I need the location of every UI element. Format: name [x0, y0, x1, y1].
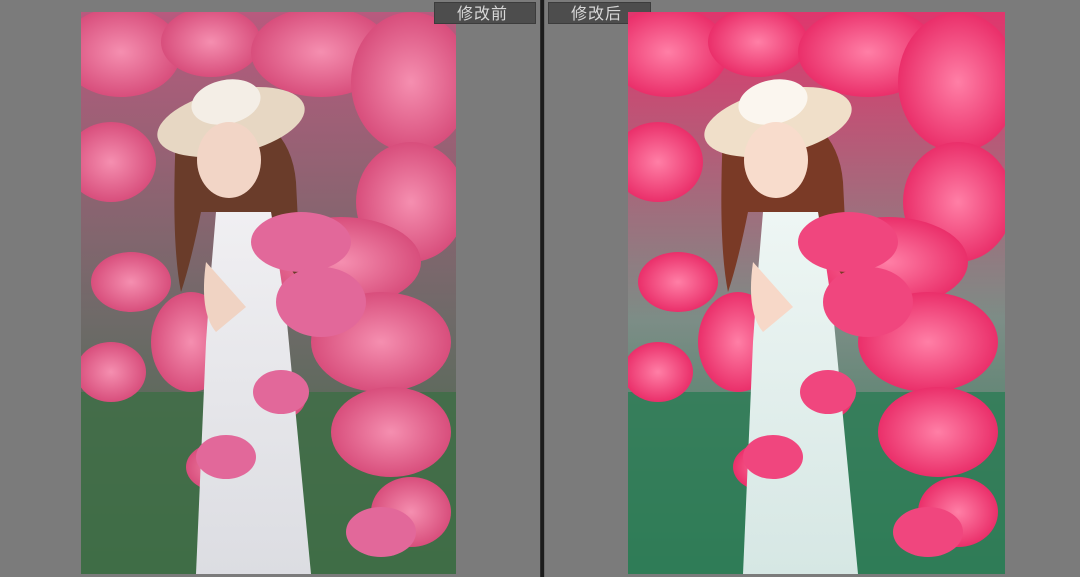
- before-photo[interactable]: [81, 12, 456, 574]
- before-pane: 修改前: [0, 0, 540, 577]
- before-label: 修改前: [434, 2, 536, 24]
- compare-view: 修改前 修改后: [0, 0, 1080, 577]
- after-photo[interactable]: [628, 12, 1005, 574]
- after-pane: 修改后: [545, 0, 1080, 577]
- before-photo-image: [81, 12, 456, 574]
- after-photo-image: [628, 12, 1005, 574]
